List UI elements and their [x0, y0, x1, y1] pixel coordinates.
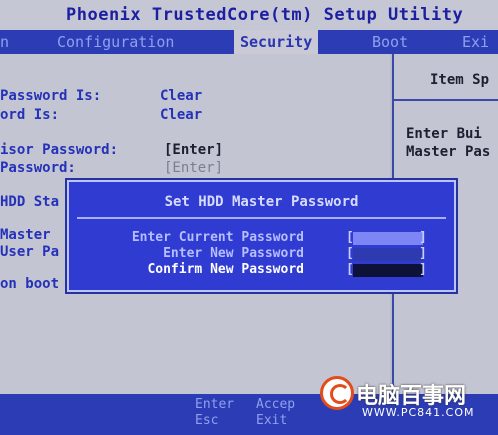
menu-item-configuration[interactable]: Configuration	[57, 30, 174, 54]
bracket-close: ]	[419, 230, 427, 245]
supervisor-password-is-label: Password Is:	[0, 88, 102, 104]
user-password-status: Clear	[160, 107, 203, 123]
set-supervisor-password-label[interactable]: isor Password:	[0, 142, 118, 158]
set-hdd-master-password-dialog: Set HDD Master Password Enter Current Pa…	[67, 180, 456, 292]
set-user-password-value[interactable]: [Enter]	[164, 160, 223, 176]
dialog-title: Set HDD Master Password	[164, 194, 359, 210]
new-password-input[interactable]	[353, 248, 423, 261]
menu-item-main[interactable]: n	[0, 30, 9, 54]
item-help-line-1: Enter Bui	[406, 126, 482, 142]
bracket-close: ]	[419, 262, 427, 277]
set-user-password-label[interactable]: Password:	[0, 160, 76, 176]
hdd-user-password-label[interactable]: User Pa	[0, 244, 59, 260]
footer-key-esc: Esc	[195, 413, 219, 428]
window-title-bar: Phoenix TrustedCore(tm) Setup Utility	[0, 0, 498, 30]
confirm-password-input[interactable]	[353, 264, 423, 277]
bracket-close: ]	[419, 246, 427, 261]
set-supervisor-password-value[interactable]: [Enter]	[164, 142, 223, 158]
hdd-status-label: HDD Sta	[0, 194, 60, 210]
bios-screen: Phoenix TrustedCore(tm) Setup Utility n …	[0, 0, 498, 435]
password-on-boot-label[interactable]: on boot	[0, 276, 59, 292]
item-help-line-2: Master Pas	[406, 144, 491, 160]
menu-item-exit[interactable]: Exi	[462, 30, 489, 54]
footer-key-enter: Enter	[195, 397, 235, 412]
current-password-input[interactable]	[353, 232, 423, 245]
watermark-url: WWW.PC841.COM	[362, 406, 475, 419]
item-help-heading: Item Sp	[430, 72, 490, 88]
dialog-divider	[77, 217, 446, 219]
watermark-logo-icon	[320, 376, 354, 410]
footer-action-accept: Accep	[256, 397, 296, 412]
supervisor-password-status: Clear	[160, 88, 203, 104]
help-divider	[394, 99, 498, 101]
confirm-new-password-label: Confirm New Password	[147, 262, 304, 277]
menu-item-security[interactable]: Security	[234, 30, 319, 54]
hdd-master-password-label[interactable]: Master	[0, 227, 51, 243]
footer-action-exit: Exit	[256, 413, 288, 428]
enter-new-password-label: Enter New Password	[163, 246, 304, 261]
enter-current-password-label: Enter Current Password	[131, 230, 304, 245]
menu-item-boot[interactable]: Boot	[372, 30, 408, 54]
menu-bar: n Configuration Security Boot Exi	[0, 30, 498, 54]
window-title: Phoenix TrustedCore(tm) Setup Utility	[66, 5, 464, 25]
user-password-is-label: ord Is:	[0, 107, 60, 123]
